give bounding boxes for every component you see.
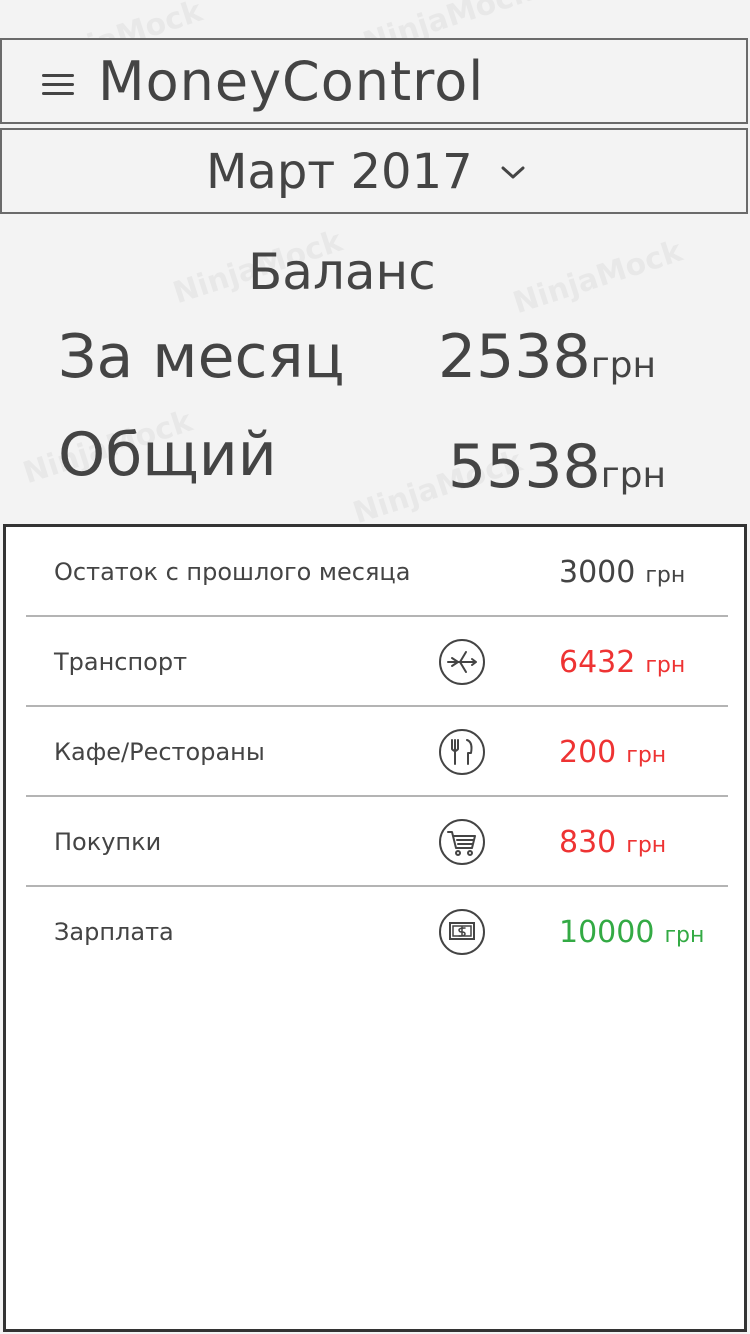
total-balance-unit: грн	[600, 455, 667, 496]
month-balance-unit: грн	[590, 345, 657, 386]
total-balance-value: 5538грн	[448, 432, 666, 511]
money-bill-icon	[439, 909, 485, 955]
transaction-unit: грн	[626, 833, 667, 858]
transaction-unit: грн	[626, 743, 667, 768]
transaction-amount: 6432	[559, 645, 636, 680]
transactions-card: Остаток с прошлого месяца 3000 грн Трансп…	[3, 524, 747, 1332]
balance-title: Баланс	[248, 243, 436, 301]
app-header: MoneyControl	[0, 38, 748, 124]
transaction-amount: 200	[559, 735, 617, 770]
chevron-down-icon[interactable]	[500, 164, 526, 182]
app-title: MoneyControl	[98, 50, 485, 113]
transaction-label: Транспорт	[54, 648, 188, 676]
transaction-row-carryover[interactable]: Остаток с прошлого месяца 3000 грн	[26, 527, 728, 617]
month-balance-value: 2538грн	[438, 322, 656, 401]
transaction-row-shopping[interactable]: Покупки 830 грн	[26, 797, 728, 887]
transaction-amount: 830	[559, 825, 617, 860]
month-balance-amount: 2538	[438, 322, 591, 392]
watermark: NinjaMock	[509, 234, 687, 322]
transaction-label: Зарплата	[54, 918, 174, 946]
transaction-label: Покупки	[54, 828, 162, 856]
fork-knife-icon	[439, 729, 485, 775]
transaction-value: 830 грн	[559, 825, 666, 864]
transaction-value: 3000 грн	[559, 555, 685, 594]
period-selector[interactable]: Март 2017	[0, 128, 748, 214]
transaction-value: 10000 грн	[559, 915, 704, 954]
transaction-row-cafe[interactable]: Кафе/Рестораны 200 грн	[26, 707, 728, 797]
transaction-value: 200 грн	[559, 735, 666, 774]
transaction-label: Остаток с прошлого месяца	[54, 558, 411, 586]
total-balance-amount: 5538	[448, 432, 601, 502]
transaction-amount: 3000	[559, 555, 636, 590]
transaction-amount: 10000	[559, 915, 655, 950]
airplane-icon	[439, 639, 485, 685]
total-balance-label: Общий	[58, 420, 277, 490]
period-label[interactable]: Март 2017	[206, 144, 473, 200]
transaction-row-transport[interactable]: Транспорт 6432 грн	[26, 617, 728, 707]
transaction-label: Кафе/Рестораны	[54, 738, 265, 766]
month-balance-label: За месяц	[58, 322, 345, 392]
transaction-row-salary[interactable]: Зарплата 10000 грн	[26, 887, 728, 977]
transaction-value: 6432 грн	[559, 645, 685, 684]
transaction-unit: грн	[645, 653, 686, 678]
hamburger-menu-icon[interactable]	[42, 74, 74, 96]
transaction-unit: грн	[645, 563, 686, 588]
transaction-unit: грн	[664, 923, 705, 948]
shopping-cart-icon	[439, 819, 485, 865]
